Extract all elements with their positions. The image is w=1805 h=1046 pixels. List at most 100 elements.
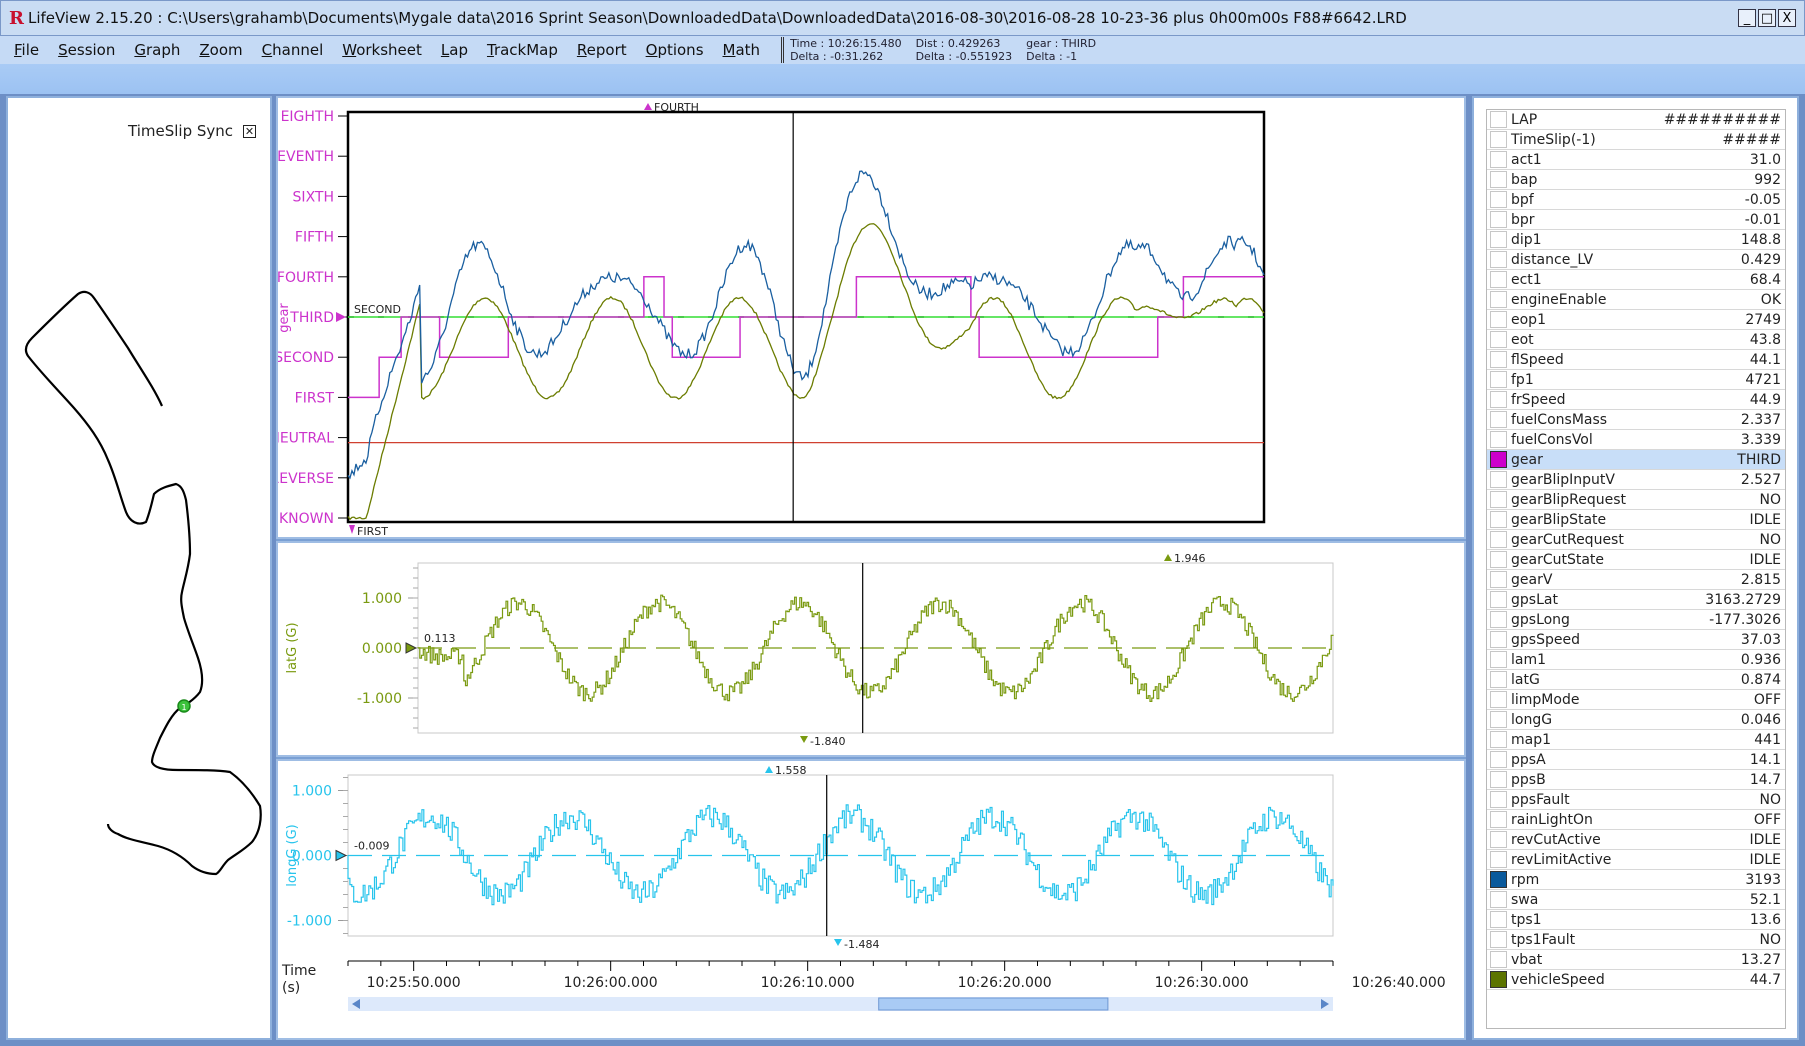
time-scrollbar-thumb[interactable] [878, 997, 1109, 1011]
menu-report[interactable]: Report [577, 41, 627, 59]
channel-row-eop1[interactable]: eop1 2749 [1487, 310, 1785, 330]
channel-color-checkbox[interactable] [1490, 191, 1507, 208]
channel-row-gearcutstate[interactable]: gearCutState IDLE [1487, 550, 1785, 570]
channel-row-gear[interactable]: gear THIRD [1487, 450, 1785, 470]
channel-row-gearcutrequest[interactable]: gearCutRequest NO [1487, 530, 1785, 550]
channel-row-eot[interactable]: eot 43.8 [1487, 330, 1785, 350]
channel-row-gpsspeed[interactable]: gpsSpeed 37.03 [1487, 630, 1785, 650]
channel-color-checkbox[interactable] [1490, 571, 1507, 588]
channel-row-ppsb[interactable]: ppsB 14.7 [1487, 770, 1785, 790]
channel-row-dip1[interactable]: dip1 148.8 [1487, 230, 1785, 250]
channel-row-act1[interactable]: act1 31.0 [1487, 150, 1785, 170]
channel-color-checkbox[interactable] [1490, 531, 1507, 548]
channel-row-gpslat[interactable]: gpsLat 3163.2729 [1487, 590, 1785, 610]
time-scrollbar-track[interactable] [348, 997, 1333, 1011]
channel-row-fuelconsmass[interactable]: fuelConsMass 2.337 [1487, 410, 1785, 430]
channel-row-ppsa[interactable]: ppsA 14.1 [1487, 750, 1785, 770]
channel-color-checkbox[interactable] [1490, 871, 1507, 888]
channel-row-gearblipinputv[interactable]: gearBlipInputV 2.527 [1487, 470, 1785, 490]
channel-row-gearbliprequest[interactable]: gearBlipRequest NO [1487, 490, 1785, 510]
channel-color-checkbox[interactable] [1490, 671, 1507, 688]
channel-color-checkbox[interactable] [1490, 611, 1507, 628]
channel-row-lam1[interactable]: lam1 0.936 [1487, 650, 1785, 670]
channel-color-checkbox[interactable] [1490, 131, 1507, 148]
channel-row-engineenable[interactable]: engineEnable OK [1487, 290, 1785, 310]
longg-graph-pane[interactable]: 1.000 0.000 -1.000 longG (G) -0.009 1.558 -1.4… [276, 759, 1466, 1040]
channel-color-checkbox[interactable] [1490, 551, 1507, 568]
channel-row-bpf[interactable]: bpf -0.05 [1487, 190, 1785, 210]
channel-color-checkbox[interactable] [1490, 291, 1507, 308]
channel-row-map1[interactable]: map1 441 [1487, 730, 1785, 750]
channel-row-gpslong[interactable]: gpsLong -177.3026 [1487, 610, 1785, 630]
channel-color-checkbox[interactable] [1490, 271, 1507, 288]
menu-channel[interactable]: Channel [262, 41, 324, 59]
channel-color-checkbox[interactable] [1490, 731, 1507, 748]
channel-color-checkbox[interactable] [1490, 411, 1507, 428]
channel-row-fuelconsvol[interactable]: fuelConsVol 3.339 [1487, 430, 1785, 450]
channel-row-gearv[interactable]: gearV 2.815 [1487, 570, 1785, 590]
close-button[interactable]: X [1778, 9, 1796, 27]
menu-zoom[interactable]: Zoom [199, 41, 242, 59]
channel-color-checkbox[interactable] [1490, 391, 1507, 408]
channel-color-checkbox[interactable] [1490, 931, 1507, 948]
channel-row-tps1fault[interactable]: tps1Fault NO [1487, 930, 1785, 950]
channel-color-checkbox[interactable] [1490, 451, 1507, 468]
channel-color-checkbox[interactable] [1490, 491, 1507, 508]
maximize-button[interactable]: □ [1758, 9, 1776, 27]
channel-row-lap[interactable]: LAP ########## [1487, 110, 1785, 130]
latg-graph[interactable]: 1.000 0.000 -1.000 latG (G) 0.113 1.946 -1.840 [278, 543, 1464, 755]
channel-color-checkbox[interactable] [1490, 511, 1507, 528]
channel-row-bap[interactable]: bap 992 [1487, 170, 1785, 190]
menu-graph[interactable]: Graph [134, 41, 180, 59]
channel-row-rpm[interactable]: rpm 3193 [1487, 870, 1785, 890]
minimize-button[interactable]: _ [1738, 9, 1756, 27]
channel-row-longg[interactable]: longG 0.046 [1487, 710, 1785, 730]
channel-row-latg[interactable]: latG 0.874 [1487, 670, 1785, 690]
channel-row-fp1[interactable]: fp1 4721 [1487, 370, 1785, 390]
track-map-canvas[interactable]: 1 [8, 98, 270, 1038]
channel-color-checkbox[interactable] [1490, 951, 1507, 968]
channel-color-checkbox[interactable] [1490, 691, 1507, 708]
channel-color-checkbox[interactable] [1490, 111, 1507, 128]
channel-color-checkbox[interactable] [1490, 311, 1507, 328]
channel-row-frspeed[interactable]: frSpeed 44.9 [1487, 390, 1785, 410]
channel-color-checkbox[interactable] [1490, 151, 1507, 168]
channel-row-revlimitactive[interactable]: revLimitActive IDLE [1487, 850, 1785, 870]
channel-row-vbat[interactable]: vbat 13.27 [1487, 950, 1785, 970]
channel-row-tps1[interactable]: tps1 13.6 [1487, 910, 1785, 930]
channel-color-checkbox[interactable] [1490, 811, 1507, 828]
channel-row-revcutactive[interactable]: revCutActive IDLE [1487, 830, 1785, 850]
menu-options[interactable]: Options [646, 41, 704, 59]
channel-row-flspeed[interactable]: flSpeed 44.1 [1487, 350, 1785, 370]
channel-row-distance-lv[interactable]: distance_LV 0.429 [1487, 250, 1785, 270]
channel-color-checkbox[interactable] [1490, 911, 1507, 928]
menu-worksheet[interactable]: Worksheet [342, 41, 422, 59]
channel-color-checkbox[interactable] [1490, 751, 1507, 768]
channel-row-swa[interactable]: swa 52.1 [1487, 890, 1785, 910]
channel-color-checkbox[interactable] [1490, 431, 1507, 448]
channel-color-checkbox[interactable] [1490, 971, 1507, 988]
channel-row-timeslip-1-[interactable]: TimeSlip(-1) ##### [1487, 130, 1785, 150]
channel-color-checkbox[interactable] [1490, 591, 1507, 608]
channel-row-vehiclespeed[interactable]: vehicleSpeed 44.7 [1487, 970, 1785, 990]
channel-color-checkbox[interactable] [1490, 231, 1507, 248]
menu-trackmap[interactable]: TrackMap [487, 41, 558, 59]
menu-math[interactable]: Math [723, 41, 761, 59]
channel-row-rainlighton[interactable]: rainLightOn OFF [1487, 810, 1785, 830]
channel-color-checkbox[interactable] [1490, 471, 1507, 488]
channel-list[interactable]: LAP ########## TimeSlip(-1) ##### act1 31.0 ba… [1486, 109, 1786, 1029]
gear-graph[interactable]: EIGHTH SEVENTH SIXTH FIFTH FOURTH THIRD SECOND… [258, 98, 1464, 538]
channel-color-checkbox[interactable] [1490, 831, 1507, 848]
menu-file[interactable]: File [14, 41, 39, 59]
menu-session[interactable]: Session [58, 41, 115, 59]
channel-color-checkbox[interactable] [1490, 351, 1507, 368]
channel-color-checkbox[interactable] [1490, 851, 1507, 868]
channel-row-ppsfault[interactable]: ppsFault NO [1487, 790, 1785, 810]
channel-color-checkbox[interactable] [1490, 631, 1507, 648]
longg-graph[interactable]: 1.0000.000-1.000longG (G) -0.0091.558-1.4… [278, 761, 1464, 1038]
channel-color-checkbox[interactable] [1490, 251, 1507, 268]
channel-color-checkbox[interactable] [1490, 651, 1507, 668]
channel-color-checkbox[interactable] [1490, 711, 1507, 728]
channel-color-checkbox[interactable] [1490, 891, 1507, 908]
latg-graph-pane[interactable]: 1.000 0.000 -1.000 latG (G) 0.113 1.946 -1.840 [276, 541, 1466, 757]
